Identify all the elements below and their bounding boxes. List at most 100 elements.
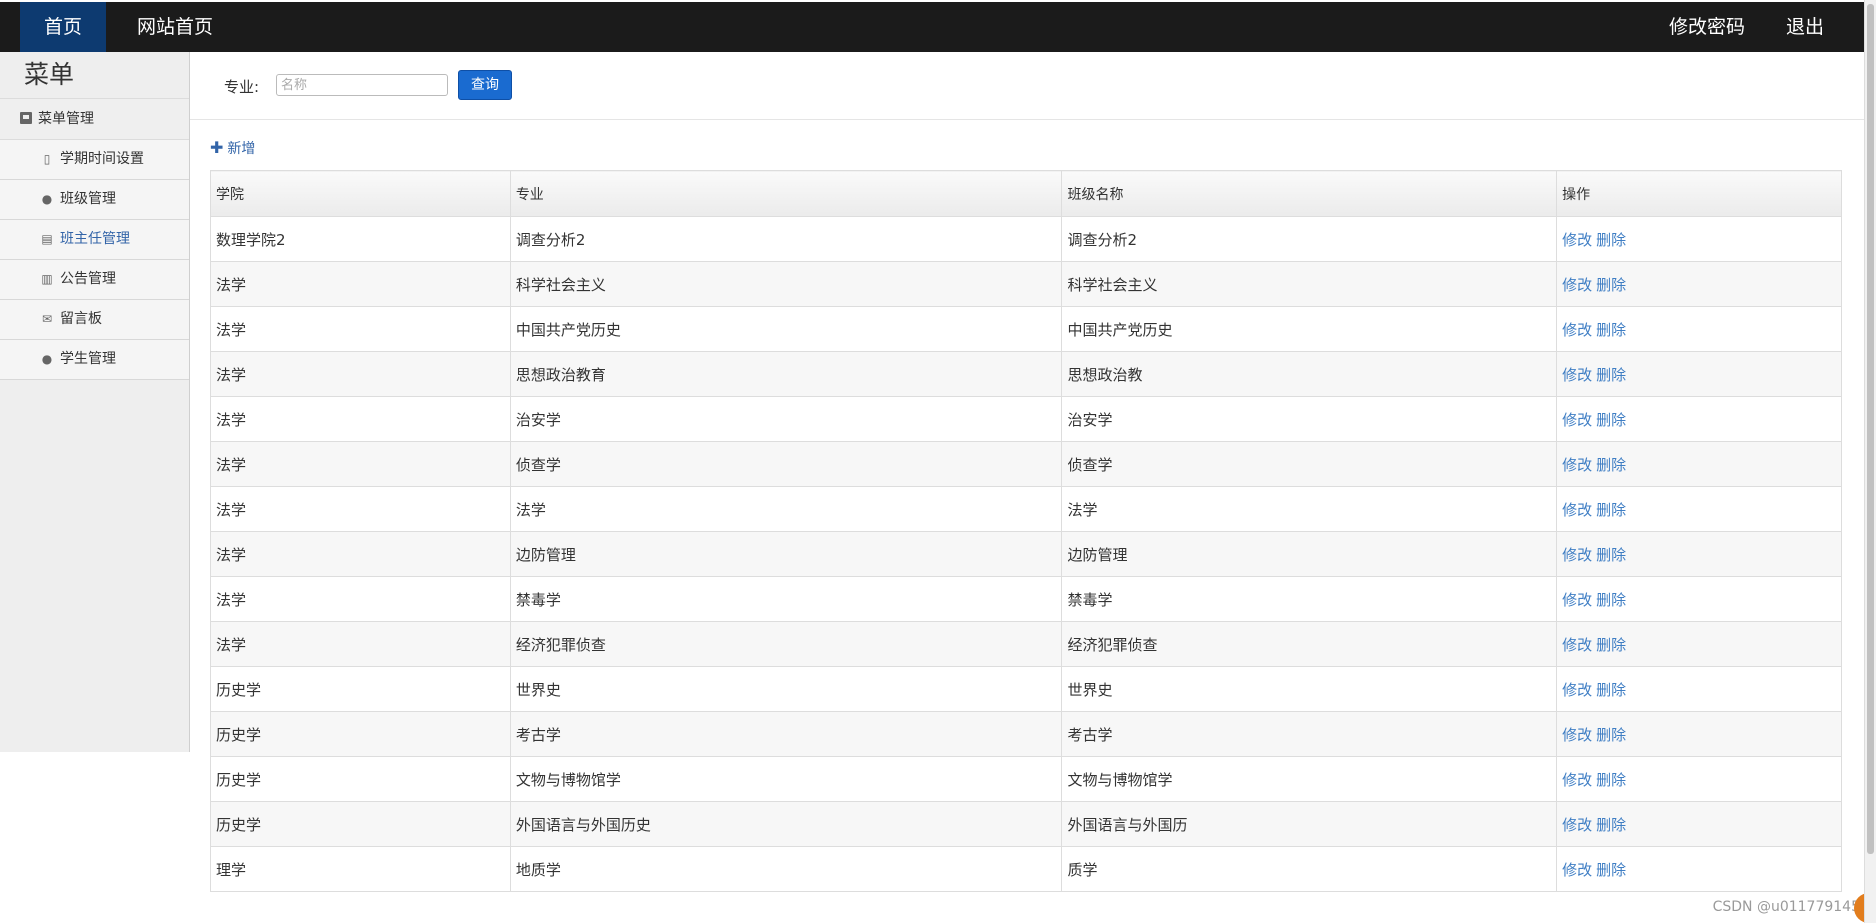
cell-operations: 修改 删除 (1556, 306, 1842, 352)
cell-major: 中国共产党历史 (509, 306, 1063, 352)
cell-college: 法学 (210, 441, 511, 487)
cell-major: 侦查学 (509, 441, 1063, 487)
sidebar-group[interactable]: 菜单管理 (0, 99, 189, 140)
edit-link[interactable]: 修改 (1562, 861, 1592, 879)
column-header-major: 专业 (509, 170, 1063, 217)
delete-link[interactable]: 删除 (1596, 816, 1626, 834)
table-row: 历史学 文物与博物馆学 文物与博物馆学 修改 删除 (210, 756, 1842, 802)
edit-link[interactable]: 修改 (1562, 501, 1592, 519)
cell-college: 历史学 (210, 666, 511, 712)
column-header-class-name: 班级名称 (1061, 170, 1558, 217)
edit-link[interactable]: 修改 (1562, 726, 1592, 744)
cell-college: 历史学 (210, 756, 511, 802)
delete-link[interactable]: 删除 (1596, 771, 1626, 789)
edit-link[interactable]: 修改 (1562, 366, 1592, 384)
cell-major: 法学 (509, 486, 1063, 532)
cell-major: 外国语言与外国历史 (509, 801, 1063, 847)
delete-link[interactable]: 删除 (1596, 411, 1626, 429)
cell-college: 法学 (210, 396, 511, 442)
cell-major: 经济犯罪侦查 (509, 621, 1063, 667)
cell-major: 地质学 (509, 846, 1063, 892)
table-row: 理学 地质学 质学 修改 删除 (210, 846, 1842, 892)
cell-class-name: 思想政治教 (1061, 351, 1558, 397)
sidebar-item-label: 公告管理 (60, 271, 116, 287)
cell-operations: 修改 删除 (1556, 396, 1842, 442)
cell-class-name: 法学 (1061, 486, 1558, 532)
vertical-scrollbar[interactable] (1864, 0, 1876, 923)
cell-operations: 修改 删除 (1556, 711, 1842, 757)
edit-link[interactable]: 修改 (1562, 321, 1592, 339)
delete-link[interactable]: 删除 (1596, 231, 1626, 249)
cell-operations: 修改 删除 (1556, 666, 1842, 712)
sidebar-item-label: 学生管理 (60, 351, 116, 367)
cell-college: 历史学 (210, 801, 511, 847)
delete-link[interactable]: 删除 (1596, 681, 1626, 699)
cell-class-name: 科学社会主义 (1061, 261, 1558, 307)
cell-class-name: 调查分析2 (1061, 216, 1558, 262)
major-label: 专业: (224, 78, 260, 96)
nav-home[interactable]: 首页 (20, 2, 106, 52)
plus-icon: ✚ (210, 138, 224, 157)
edit-link[interactable]: 修改 (1562, 411, 1592, 429)
cell-operations: 修改 删除 (1556, 801, 1842, 847)
cell-college: 法学 (210, 306, 511, 352)
nav-site-home[interactable]: 网站首页 (115, 2, 235, 52)
cell-major: 科学社会主义 (509, 261, 1063, 307)
delete-link[interactable]: 删除 (1596, 861, 1626, 879)
edit-link[interactable]: 修改 (1562, 771, 1592, 789)
delete-link[interactable]: 删除 (1596, 456, 1626, 474)
edit-link[interactable]: 修改 (1562, 231, 1592, 249)
cell-college: 法学 (210, 261, 511, 307)
edit-link[interactable]: 修改 (1562, 546, 1592, 564)
cell-class-name: 中国共产党历史 (1061, 306, 1558, 352)
edit-link[interactable]: 修改 (1562, 591, 1592, 609)
cell-college: 理学 (210, 846, 511, 892)
cell-class-name: 侦查学 (1061, 441, 1558, 487)
cell-operations: 修改 删除 (1556, 441, 1842, 487)
column-header-operations: 操作 (1556, 170, 1842, 217)
delete-link[interactable]: 删除 (1596, 591, 1626, 609)
cell-college: 数理学院2 (210, 216, 511, 262)
cell-class-name: 禁毒学 (1061, 576, 1558, 622)
cell-major: 边防管理 (509, 531, 1063, 577)
query-button[interactable]: 查询 (458, 70, 512, 100)
cell-major: 文物与博物馆学 (509, 756, 1063, 802)
search-bar: 专业: 查询 (190, 52, 1864, 120)
table-row: 法学 思想政治教育 思想政治教 修改 删除 (210, 351, 1842, 397)
delete-link[interactable]: 删除 (1596, 321, 1626, 339)
sidebar-item-class[interactable]: ● 班级管理 (0, 180, 189, 220)
major-search-input[interactable] (276, 74, 448, 96)
delete-link[interactable]: 删除 (1596, 501, 1626, 519)
cell-class-name: 质学 (1061, 846, 1558, 892)
delete-link[interactable]: 删除 (1596, 276, 1626, 294)
edit-link[interactable]: 修改 (1562, 681, 1592, 699)
delete-link[interactable]: 删除 (1596, 726, 1626, 744)
add-button[interactable]: ✚ 新增 (210, 138, 255, 158)
sidebar-item-announcement[interactable]: ▥ 公告管理 (0, 260, 189, 300)
sidebar-group-label: 菜单管理 (38, 111, 94, 127)
sidebar-item-head-teacher[interactable]: ▤ 班主任管理 (0, 220, 189, 260)
delete-link[interactable]: 删除 (1596, 546, 1626, 564)
nav-change-password[interactable]: 修改密码 (1655, 2, 1759, 52)
nav-logout[interactable]: 退出 (1770, 2, 1840, 52)
cell-major: 禁毒学 (509, 576, 1063, 622)
cell-major: 思想政治教育 (509, 351, 1063, 397)
sidebar-item-message-board[interactable]: ✉ 留言板 (0, 300, 189, 340)
sidebar-item-semester-time[interactable]: ▯ 学期时间设置 (0, 140, 189, 180)
cell-college: 历史学 (210, 711, 511, 757)
edit-link[interactable]: 修改 (1562, 276, 1592, 294)
cell-major: 考古学 (509, 711, 1063, 757)
table-row: 法学 法学 法学 修改 删除 (210, 486, 1842, 532)
edit-link[interactable]: 修改 (1562, 816, 1592, 834)
delete-link[interactable]: 删除 (1596, 636, 1626, 654)
class-table: 学院 专业 班级名称 操作 数理学院2 调查分析2 调查分析2 修改 删除 法学 科学社会主… (210, 170, 1842, 892)
sidebar-item-student[interactable]: ● 学生管理 (0, 340, 189, 380)
sidebar-item-label: 班主任管理 (60, 231, 130, 247)
table-row: 数理学院2 调查分析2 调查分析2 修改 删除 (210, 216, 1842, 262)
delete-link[interactable]: 删除 (1596, 366, 1626, 384)
cell-class-name: 外国语言与外国历 (1061, 801, 1558, 847)
edit-link[interactable]: 修改 (1562, 636, 1592, 654)
cell-operations: 修改 删除 (1556, 531, 1842, 577)
scrollbar-thumb[interactable] (1867, 4, 1874, 854)
edit-link[interactable]: 修改 (1562, 456, 1592, 474)
